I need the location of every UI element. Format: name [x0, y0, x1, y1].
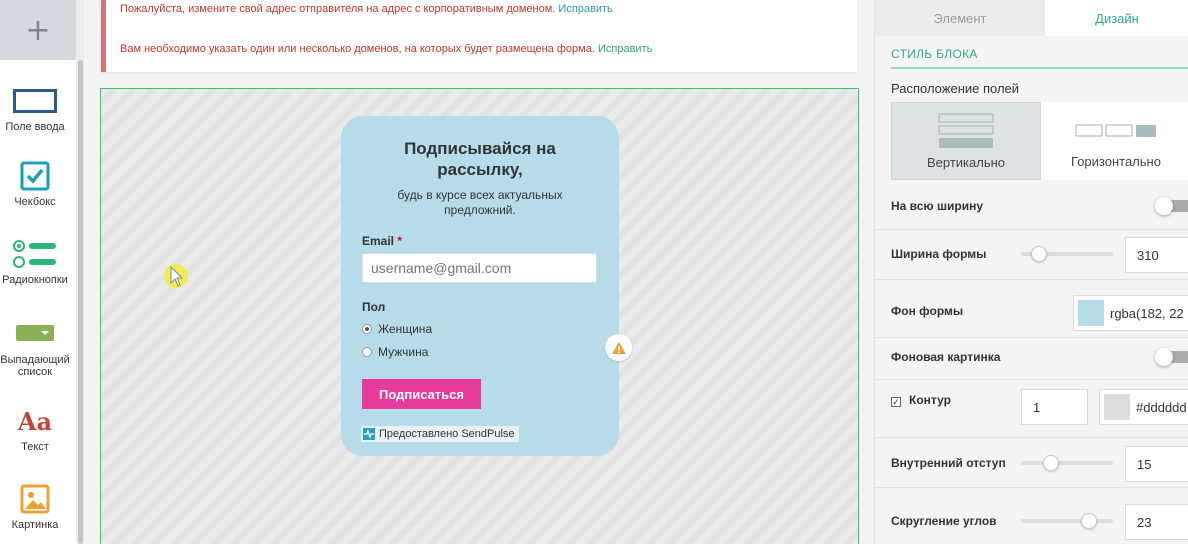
form-title: Подписывайся на рассылку, [404, 139, 556, 179]
horizontal-layout-icon [1075, 124, 1156, 137]
radio-female[interactable]: Женщина [362, 322, 432, 336]
alert-form-domains: Вам необходимо указать один или нескольк… [120, 43, 653, 55]
subscription-form[interactable]: Подписывайся на рассылку, будь в курсе в… [341, 116, 619, 456]
settings-panel: Элемент Дизайн СТИЛЬ БЛОКА Расположение … [874, 0, 1188, 544]
layout-label: Расположение полей [891, 81, 1020, 96]
section-title: СТИЛЬ БЛОКА [891, 47, 978, 61]
radius-input[interactable]: 23 [1125, 504, 1188, 540]
required-mark: * [397, 234, 403, 248]
email-label: Email * [362, 234, 403, 248]
layout-horizontal-option[interactable]: Горизонтально [1041, 102, 1188, 180]
tool-image[interactable]: Картинка [0, 482, 70, 531]
row-background-image: Фоновая картинка [875, 338, 1188, 380]
row-corner-radius: Скругление углов 23 [875, 488, 1188, 544]
form-width-slider[interactable] [1021, 246, 1113, 262]
form-width-slider-knob[interactable] [1031, 246, 1047, 262]
background-image-toggle[interactable] [1155, 348, 1188, 366]
form-bg-color-input[interactable]: rgba(182, 22 [1073, 295, 1188, 331]
fix-sender-link[interactable]: Исправить [558, 3, 612, 15]
element-toolbar: + Поле ввода Чекбокс Радиокнопки Выпадаю… [0, 0, 76, 544]
form-bg-swatch[interactable] [1078, 300, 1104, 326]
section-divider [891, 67, 1188, 69]
tool-checkbox[interactable]: Чекбокс [0, 159, 70, 208]
warning-icon-button[interactable] [605, 334, 632, 361]
sex-label: Пол [362, 300, 386, 314]
alert-sender-domain: Пожалуйста, измените свой адрес отправит… [120, 3, 613, 15]
row-border: ✓ Контур 1 #dddddd [875, 380, 1188, 438]
plus-icon: + [25, 12, 51, 48]
mouse-pointer-icon [170, 266, 184, 287]
tool-input-field[interactable]: Поле ввода [0, 84, 70, 133]
border-color-input[interactable]: #dddddd [1099, 389, 1188, 425]
row-inner-padding: Внутренний отступ 15 [875, 438, 1188, 488]
row-form-background: Фон формы rgba(182, 22 [875, 280, 1188, 338]
layout-vertical-option[interactable]: Вертикально [891, 102, 1041, 180]
text-icon: Aa [17, 406, 53, 436]
fix-domains-link[interactable]: Исправить [598, 43, 652, 55]
border-checkbox[interactable]: ✓ [891, 397, 901, 407]
row-form-width: Ширина формы 310 [875, 230, 1188, 280]
row-full-width: На всю ширину [875, 180, 1188, 230]
form-subtitle: будь в курсе всех актуальных предложний. [397, 188, 563, 217]
subscribe-button[interactable]: Подписаться [362, 379, 481, 409]
add-element-button[interactable]: + [0, 0, 76, 60]
radio-buttons-icon [0, 237, 70, 271]
radio-unselected-icon [362, 347, 372, 357]
form-width-input[interactable]: 310 [1125, 237, 1188, 273]
border-color-swatch[interactable] [1104, 394, 1130, 420]
sendpulse-logo-icon [363, 428, 375, 440]
powered-by-badge[interactable]: Предоставлено SendPulse [361, 426, 519, 442]
email-input[interactable] [362, 253, 597, 283]
tool-radio-buttons[interactable]: Радиокнопки [0, 237, 70, 286]
vertical-layout-icon [938, 113, 994, 148]
toolbar-scrollbar-thumb[interactable] [78, 60, 83, 544]
radius-slider-knob[interactable] [1081, 513, 1097, 529]
dropdown-icon [0, 316, 70, 350]
input-field-icon [0, 84, 70, 118]
tool-dropdown[interactable]: Выпадающий список [0, 316, 70, 378]
checkbox-icon [0, 159, 70, 193]
alerts-box: Пожалуйста, измените свой адрес отправит… [101, 0, 857, 72]
image-icon [0, 482, 70, 516]
radius-slider[interactable] [1021, 513, 1113, 529]
radio-selected-icon [362, 324, 372, 334]
padding-input[interactable]: 15 [1125, 446, 1188, 482]
border-width-input[interactable]: 1 [1021, 389, 1088, 425]
full-width-toggle[interactable] [1155, 197, 1188, 215]
tab-element[interactable]: Элемент [875, 0, 1045, 36]
padding-slider-knob[interactable] [1043, 455, 1059, 471]
tab-design[interactable]: Дизайн [1045, 0, 1188, 36]
tool-text[interactable]: Aa Текст [0, 404, 70, 453]
warning-icon [611, 341, 626, 354]
padding-slider[interactable] [1021, 455, 1113, 471]
radio-male[interactable]: Мужчина [362, 345, 428, 359]
